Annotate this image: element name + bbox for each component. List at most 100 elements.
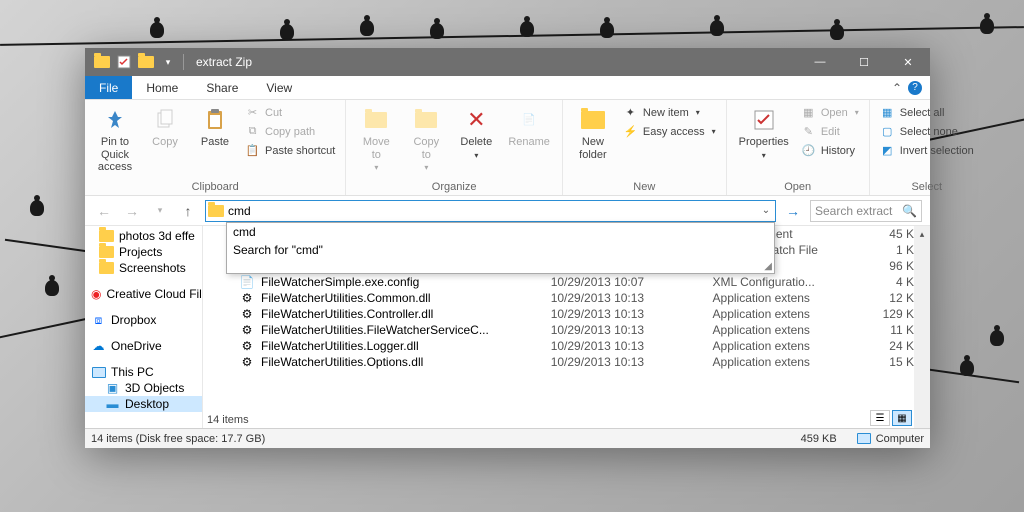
- group-label-open: Open: [735, 180, 861, 193]
- copy-to-icon: [412, 106, 440, 134]
- nav-up-button[interactable]: ↑: [177, 200, 199, 222]
- qat-properties-icon[interactable]: [113, 51, 135, 73]
- properties-button[interactable]: Properties▾: [735, 104, 793, 162]
- item-count: 14 items: [207, 414, 249, 426]
- sidebar-item-projects[interactable]: Projects: [85, 244, 202, 260]
- address-go-button[interactable]: →: [782, 200, 804, 222]
- easy-access-button[interactable]: ⚡Easy access▾: [621, 123, 718, 140]
- close-button[interactable]: ✕: [886, 48, 930, 76]
- window-title: extract Zip: [188, 55, 252, 69]
- group-label-new: New: [571, 180, 718, 193]
- sidebar-item-screenshots[interactable]: Screenshots: [85, 260, 202, 276]
- copy-to-button[interactable]: Copy to▾: [404, 104, 448, 174]
- address-input[interactable]: [226, 201, 757, 221]
- file-date: 10/29/2013 10:13: [543, 338, 705, 354]
- table-row[interactable]: ⚙FileWatcherUtilities.Common.dll10/29/20…: [203, 290, 930, 306]
- status-left: 14 items (Disk free space: 17.7 GB): [91, 433, 265, 445]
- tab-home[interactable]: Home: [132, 76, 192, 99]
- paste-shortcut-button[interactable]: 📋Paste shortcut: [243, 142, 337, 159]
- file-icon: ⚙: [239, 355, 255, 369]
- creative-cloud-icon: ◉: [91, 288, 101, 301]
- maximize-button[interactable]: ☐: [842, 48, 886, 76]
- qat-dropdown-icon[interactable]: ▾: [157, 51, 179, 73]
- file-name: FileWatcherSimple.exe.config: [261, 275, 419, 289]
- table-row[interactable]: ⚙FileWatcherUtilities.Options.dll10/29/2…: [203, 354, 930, 370]
- file-date: 10/29/2013 10:13: [543, 290, 705, 306]
- minimize-button[interactable]: ―: [798, 48, 842, 76]
- vertical-scrollbar[interactable]: ▴: [914, 226, 930, 428]
- delete-button[interactable]: ✕Delete▾: [454, 104, 498, 162]
- ribbon-group-open: Properties▾ ▦Open▾ ✎Edit 🕘History Open: [727, 100, 870, 195]
- file-type: XML Configuratio...: [705, 274, 861, 290]
- new-item-button[interactable]: ✦New item▾: [621, 104, 718, 121]
- qat-newfolder-icon[interactable]: [135, 51, 157, 73]
- tab-file[interactable]: File: [85, 76, 132, 99]
- move-to-button[interactable]: Move to▾: [354, 104, 398, 174]
- edit-button[interactable]: ✎Edit: [799, 123, 861, 140]
- status-size: 459 KB: [801, 433, 837, 445]
- new-item-icon: ✦: [623, 105, 638, 120]
- ribbon-tabs: File Home Share View ⌃ ?: [85, 76, 930, 100]
- file-type: Application extens: [705, 306, 861, 322]
- status-bar: 14 items (Disk free space: 17.7 GB) 459 …: [85, 428, 930, 448]
- group-label-organize: Organize: [354, 180, 554, 193]
- sidebar-item-desktop[interactable]: ▬Desktop: [85, 396, 202, 412]
- properties-icon: [750, 106, 778, 134]
- tab-share[interactable]: Share: [192, 76, 252, 99]
- sidebar-item-creative-cloud[interactable]: ◉Creative Cloud Files: [85, 286, 202, 302]
- address-bar[interactable]: ⌄ cmd Search for "cmd" ◢: [205, 200, 776, 222]
- table-row[interactable]: ⚙FileWatcherUtilities.FileWatcherService…: [203, 322, 930, 338]
- group-label-select: Select: [878, 180, 976, 193]
- ribbon-collapse-icon[interactable]: ⌃: [892, 81, 902, 95]
- copy-button[interactable]: Copy: [143, 104, 187, 151]
- resize-grip-icon[interactable]: ◢: [764, 261, 772, 272]
- nav-forward-button[interactable]: →: [121, 200, 143, 222]
- sidebar-item-photos[interactable]: photos 3d effe: [85, 228, 202, 244]
- paste-button[interactable]: Paste: [193, 104, 237, 151]
- table-row[interactable]: ⚙FileWatcherUtilities.Controller.dll10/2…: [203, 306, 930, 322]
- onedrive-icon: ☁: [91, 340, 106, 353]
- paste-shortcut-icon: 📋: [245, 143, 260, 158]
- this-pc-icon: [91, 366, 106, 379]
- history-button[interactable]: 🕘History: [799, 142, 861, 159]
- file-icon: 📄: [239, 275, 255, 289]
- paste-icon: [201, 106, 229, 134]
- file-icon: ⚙: [239, 323, 255, 337]
- table-row[interactable]: 📄FileWatcherSimple.exe.config10/29/2013 …: [203, 274, 930, 290]
- suggestion-item[interactable]: cmd: [227, 223, 774, 241]
- open-icon: ▦: [801, 105, 816, 120]
- file-icon: ⚙: [239, 307, 255, 321]
- new-folder-button[interactable]: New folder: [571, 104, 615, 163]
- suggestion-item[interactable]: Search for "cmd": [227, 241, 774, 259]
- open-button[interactable]: ▦Open▾: [799, 104, 861, 121]
- select-none-button[interactable]: ▢Select none: [878, 123, 976, 140]
- address-dropdown-icon[interactable]: ⌄: [757, 205, 775, 216]
- sidebar-item-onedrive[interactable]: ☁OneDrive: [85, 338, 202, 354]
- scroll-up-icon[interactable]: ▴: [914, 226, 930, 242]
- file-name: FileWatcherUtilities.Common.dll: [261, 291, 431, 305]
- pin-icon: [101, 106, 129, 134]
- sidebar-item-3d-objects[interactable]: ▣3D Objects: [85, 380, 202, 396]
- view-details-button[interactable]: ☰: [870, 410, 890, 426]
- delete-icon: ✕: [462, 106, 490, 134]
- sidebar-item-this-pc[interactable]: This PC: [85, 364, 202, 380]
- invert-selection-button[interactable]: ◩Invert selection: [878, 142, 976, 159]
- sidebar-item-dropbox[interactable]: ⧈Dropbox: [85, 312, 202, 328]
- navigation-pane[interactable]: photos 3d effe Projects Screenshots ◉Cre…: [85, 226, 203, 428]
- table-row[interactable]: ⚙FileWatcherUtilities.Logger.dll10/29/20…: [203, 338, 930, 354]
- nav-back-button[interactable]: ←: [93, 200, 115, 222]
- rename-button[interactable]: 📄Rename: [504, 104, 554, 151]
- cut-button[interactable]: ✂Cut: [243, 104, 337, 121]
- copy-path-button[interactable]: ⧉Copy path: [243, 123, 337, 140]
- help-icon[interactable]: ?: [908, 81, 922, 95]
- nav-recent-button[interactable]: ▾: [149, 200, 171, 222]
- view-icons-button[interactable]: ▦: [892, 410, 912, 426]
- invert-selection-icon: ◩: [880, 143, 895, 158]
- search-box[interactable]: Search extract 🔍: [810, 200, 922, 222]
- tab-view[interactable]: View: [252, 76, 306, 99]
- file-name: FileWatcherUtilities.Controller.dll: [261, 307, 433, 321]
- titlebar[interactable]: ▾ extract Zip ― ☐ ✕: [85, 48, 930, 76]
- pin-to-quick-access-button[interactable]: Pin to Quick access: [93, 104, 137, 176]
- select-all-button[interactable]: ▦Select all: [878, 104, 976, 121]
- search-placeholder: Search extract: [815, 204, 892, 218]
